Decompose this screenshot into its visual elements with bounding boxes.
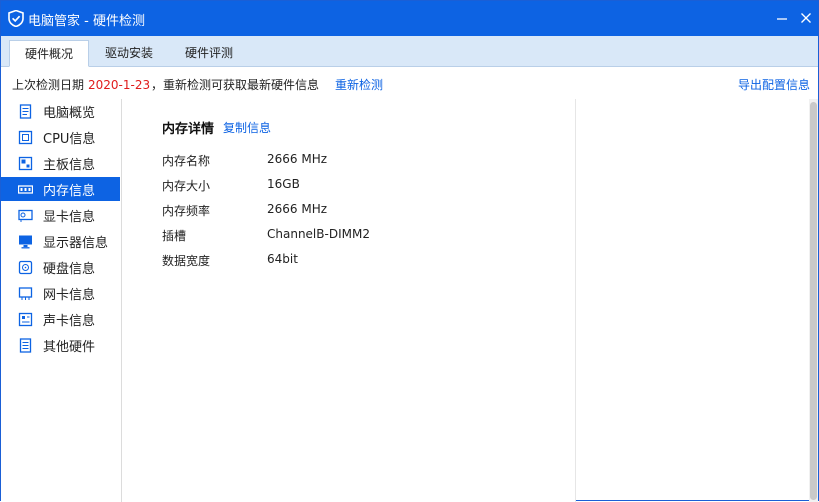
copy-info-link[interactable]: 复制信息 (223, 119, 271, 136)
detail-key-memory-size: 内存大小 (162, 179, 211, 193)
sidebar-item-label: CPU信息 (43, 132, 96, 147)
sidebar: 电脑概览 CPU信息 主板信息 内存信息 显卡信息 显示器信息 硬盘信息 网卡信… (1, 99, 122, 502)
tab-hardware-overview[interactable]: 硬件概况 (9, 40, 89, 67)
sidebar-item-graphics-card[interactable]: 显卡信息 (1, 203, 120, 227)
last-check-bar: 上次检测日期 2020-1-23 ，重新检测可获取最新硬件信息 重新检测 导出配… (1, 67, 818, 99)
sidebar-item-network-card[interactable]: 网卡信息 (1, 281, 120, 305)
detail-key-data-width: 数据宽度 (162, 254, 211, 268)
sound-card-icon (18, 312, 33, 327)
last-check-hint: ，重新检测可获取最新硬件信息 (151, 78, 320, 92)
cpu-icon (18, 130, 33, 145)
detail-value-memory-size: 16GB (267, 177, 300, 191)
overview-icon (18, 104, 33, 119)
detail-value-slot: ChannelB-DIMM2 (267, 227, 370, 241)
motherboard-icon (18, 156, 33, 171)
title-bar: 电脑管家 - 硬件检测 (1, 1, 818, 36)
hard-disk-icon (18, 260, 33, 275)
close-icon (801, 13, 811, 23)
tab-hardware-benchmark[interactable]: 硬件评测 (169, 40, 249, 67)
detail-value-memory-name: 2666 MHz (267, 152, 328, 166)
graphics-card-icon (18, 208, 33, 223)
vertical-scrollbar[interactable] (809, 99, 818, 502)
tab-driver-install[interactable]: 驱动安装 (89, 40, 169, 67)
tab-bar: 硬件概况 驱动安装 硬件评测 (1, 36, 818, 67)
sidebar-item-label: 其他硬件 (43, 340, 96, 355)
detail-key-slot: 插槽 (162, 229, 187, 243)
minimize-icon (777, 18, 787, 20)
sidebar-item-label: 声卡信息 (43, 314, 96, 329)
minimize-button[interactable] (772, 8, 792, 28)
last-check-label: 上次检测日期 (12, 78, 85, 92)
sidebar-item-motherboard[interactable]: 主板信息 (1, 151, 120, 175)
sidebar-item-memory[interactable]: 内存信息 (1, 177, 120, 201)
monitor-icon (18, 234, 33, 249)
last-check-date: 2020-1-23 (88, 78, 151, 92)
memory-detail-panel: 内存详情 复制信息 内存名称 2666 MHz 内存大小 16GB 内存频率 2… (122, 99, 576, 502)
shield-icon (8, 9, 24, 28)
detail-key-memory-frequency: 内存频率 (162, 204, 211, 218)
recheck-link[interactable]: 重新检测 (335, 67, 383, 103)
sidebar-item-cpu[interactable]: CPU信息 (1, 125, 120, 149)
detail-key-memory-name: 内存名称 (162, 154, 211, 168)
close-button[interactable] (796, 8, 816, 28)
sidebar-item-hard-disk[interactable]: 硬盘信息 (1, 255, 120, 279)
scrollbar-thumb[interactable] (810, 102, 817, 500)
sidebar-item-label: 内存信息 (43, 184, 96, 199)
sidebar-item-other-hardware[interactable]: 其他硬件 (1, 333, 120, 357)
sidebar-item-label: 主板信息 (43, 158, 96, 173)
detail-value-memory-frequency: 2666 MHz (267, 202, 328, 216)
detail-value-data-width: 64bit (267, 252, 298, 266)
sidebar-item-label: 网卡信息 (43, 288, 96, 303)
sidebar-item-label: 显卡信息 (43, 210, 96, 225)
sidebar-item-overview[interactable]: 电脑概览 (1, 99, 120, 123)
sidebar-item-sound-card[interactable]: 声卡信息 (1, 307, 120, 331)
hardware-detection-window: 电脑管家 - 硬件检测 硬件概况 驱动安装 硬件评测 上次检测日期 2020-1… (0, 0, 819, 502)
sidebar-item-label: 硬盘信息 (43, 262, 96, 277)
sidebar-item-label: 电脑概览 (43, 106, 96, 121)
window-title: 电脑管家 - 硬件检测 (28, 14, 145, 29)
network-card-icon (18, 286, 33, 301)
export-config-link[interactable]: 导出配置信息 (738, 67, 810, 103)
other-hardware-icon (18, 338, 33, 353)
sidebar-item-monitor[interactable]: 显示器信息 (1, 229, 120, 253)
sidebar-item-label: 显示器信息 (43, 236, 109, 251)
detail-heading: 内存详情 (162, 122, 215, 137)
memory-icon (17, 182, 34, 197)
